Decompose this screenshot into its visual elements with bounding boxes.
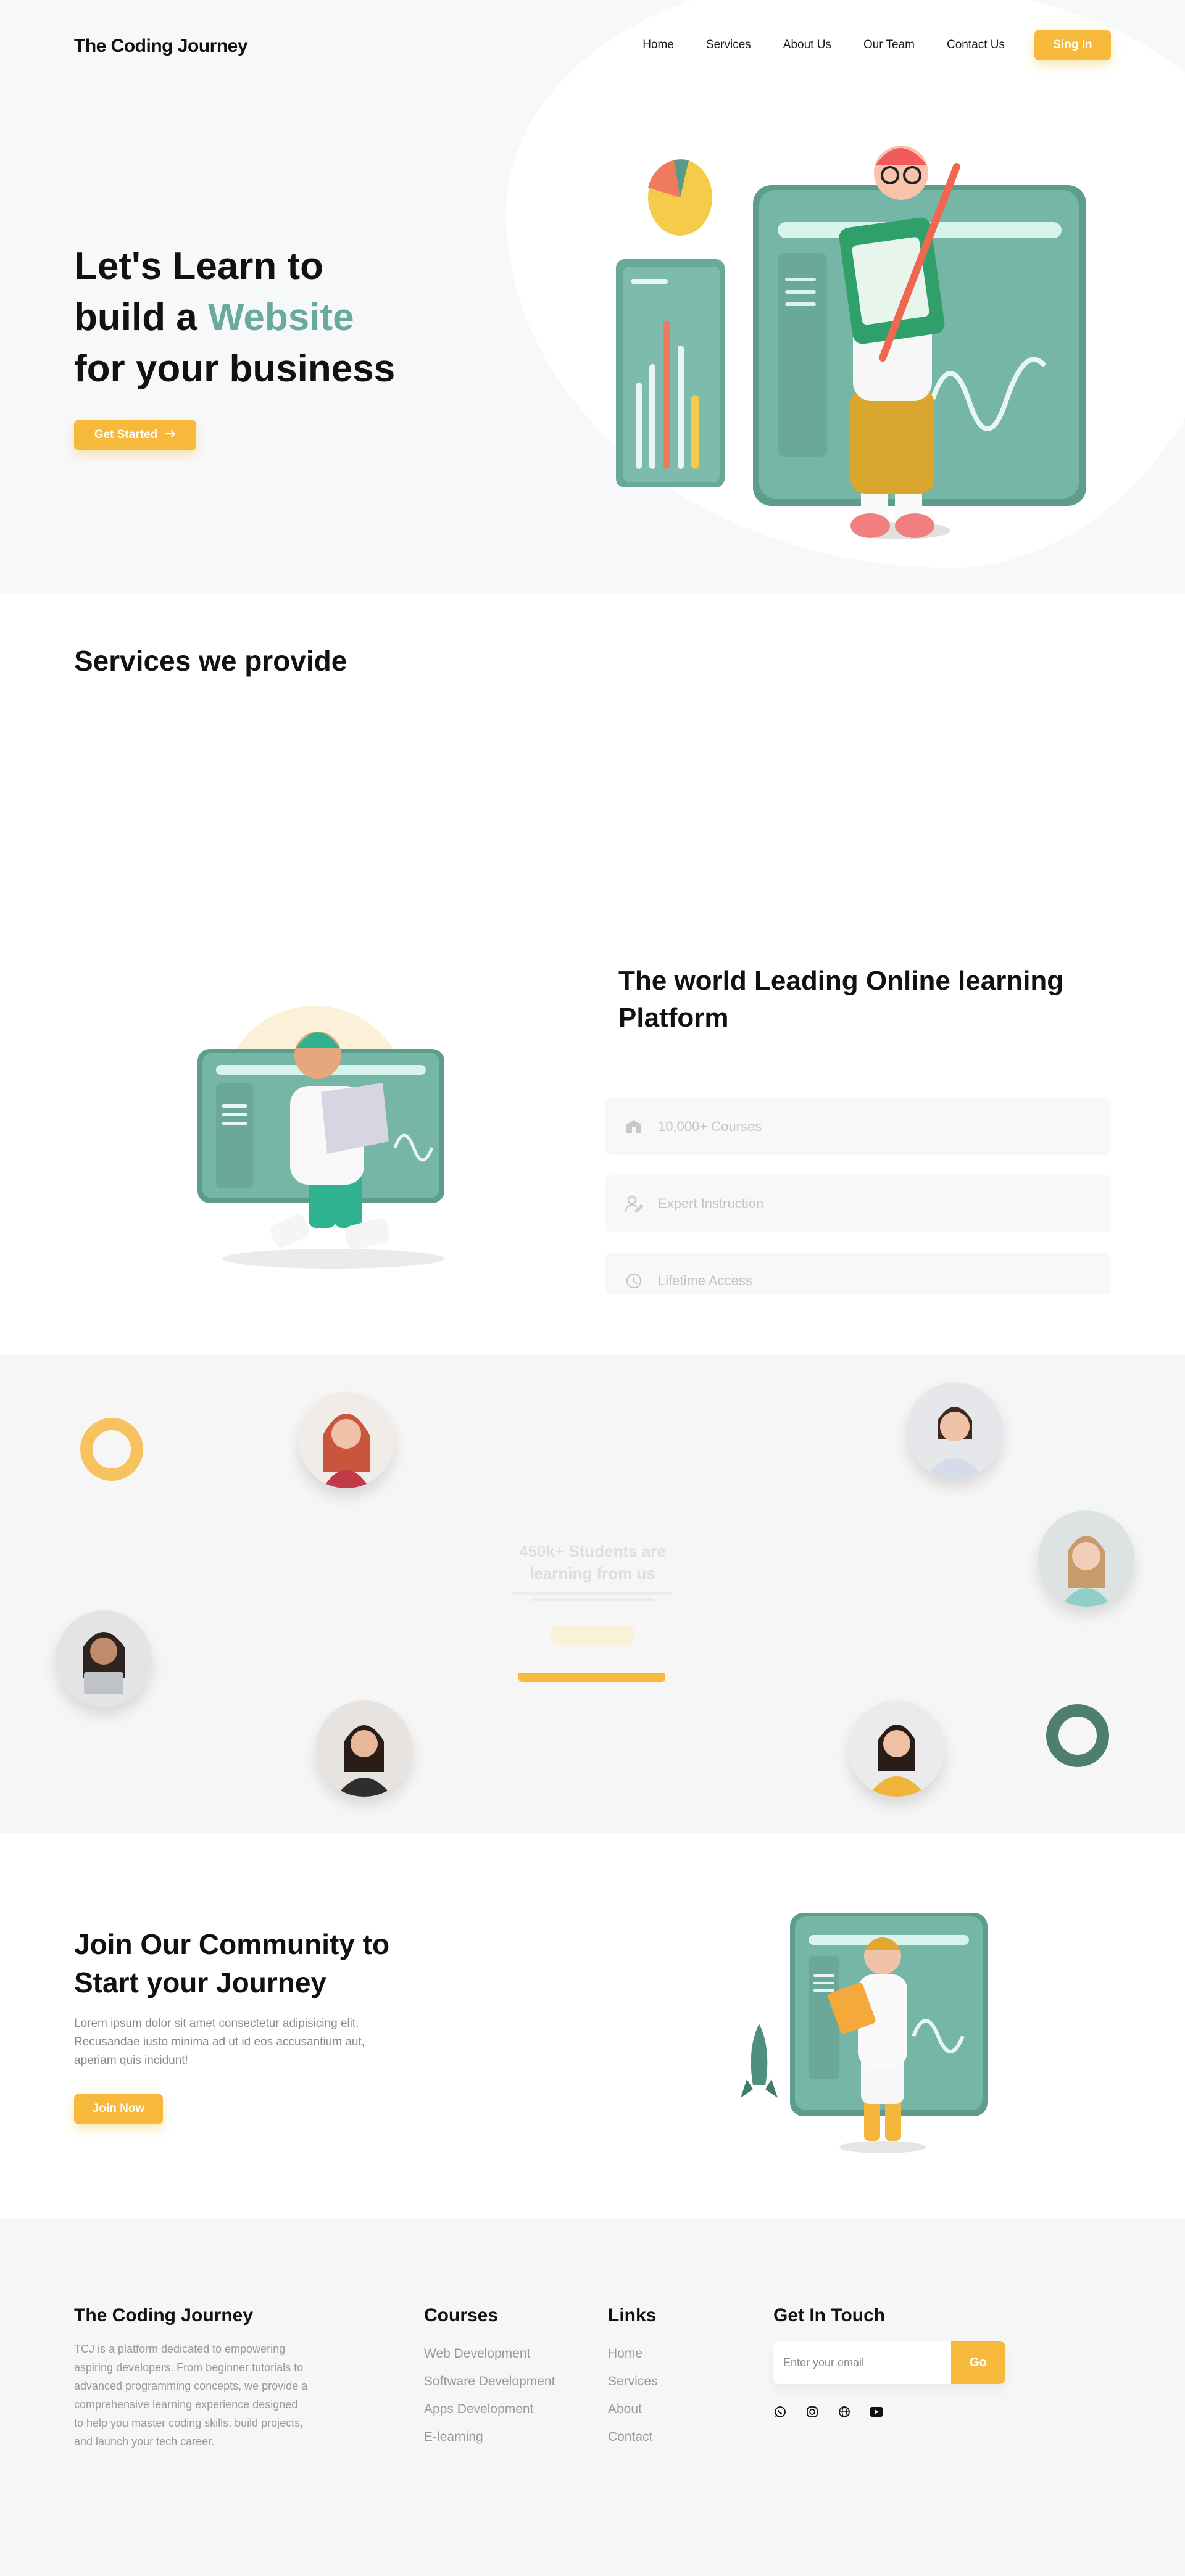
footer-courses-title: Courses (424, 2305, 499, 2325)
community-text: Lorem ipsum dolor sit amet consectetur a… (74, 2017, 365, 2067)
nav-link-about-us[interactable]: About Us (783, 38, 831, 52)
instructor-icon (623, 1193, 644, 1214)
join-now-button[interactable]: Join Now (74, 2094, 163, 2124)
footer-link-home[interactable]: Home (608, 2340, 658, 2367)
courses-icon (623, 1116, 644, 1137)
hero-title-line2-prefix: build a (74, 296, 208, 339)
student-avatar (849, 1700, 945, 1797)
top-navigation: The Coding Journey Home Services About U… (0, 0, 1185, 93)
nav-links: Home Services About Us Our Team Contact … (610, 30, 1111, 60)
go-button[interactable]: Go (951, 2341, 1005, 2384)
globe-icon[interactable] (838, 2405, 851, 2419)
student-avatar (56, 1610, 152, 1707)
footer-brand[interactable]: The Coding Journey (74, 2305, 253, 2326)
clock-icon (623, 1270, 644, 1291)
footer-course-link[interactable]: Web Development (424, 2340, 555, 2367)
footer-links-column: Links Home Services About Contact (608, 2305, 658, 2451)
get-started-button[interactable]: Get Started (74, 420, 196, 450)
student-avatar (298, 1392, 394, 1488)
yellow-ring-decoration (80, 1418, 143, 1481)
nav-link-our-team[interactable]: Our Team (863, 38, 915, 52)
footer: The Coding Journey TCJ is a platform ded… (0, 2218, 1185, 2576)
email-input[interactable] (773, 2341, 951, 2384)
instagram-icon[interactable] (805, 2405, 819, 2419)
footer-description: TCJ is a platform dedicated to empowerin… (74, 2343, 308, 2448)
feature-clip: Lifetime Access (605, 1253, 1117, 1294)
community-illustration (728, 1900, 1012, 2160)
student-avatar (316, 1700, 412, 1797)
pie-chart-icon (648, 159, 712, 236)
students-subtitle-placeholder (506, 1589, 679, 1603)
feature-courses-label: 10,000+ Courses (658, 1119, 762, 1134)
nav-link-contact-us[interactable]: Contact Us (947, 38, 1005, 52)
hero-title-line3: for your business (74, 347, 396, 390)
student-avatar (1038, 1510, 1134, 1607)
platform-title: The world Leading Online learning Platfo… (618, 966, 1064, 1033)
feature-lifetime-access: Lifetime Access (605, 1253, 1111, 1294)
footer-course-link[interactable]: Apps Development (424, 2395, 555, 2423)
footer-get-in-touch: Get In Touch (773, 2305, 885, 2326)
services-title: Services we provide (74, 645, 347, 677)
footer-course-link[interactable]: E-learning (424, 2423, 555, 2451)
footer-course-link[interactable]: Software Development (424, 2367, 555, 2395)
feature-lifetime-label: Lifetime Access (658, 1273, 752, 1288)
site-logo[interactable]: The Coding Journey (74, 36, 248, 57)
footer-link-about[interactable]: About (608, 2395, 658, 2423)
students-section: 450k+ Students are learning from us (0, 1355, 1185, 1833)
arrow-right-icon (165, 428, 176, 442)
teal-ring-decoration (1046, 1704, 1109, 1767)
hero-illustration (611, 136, 1105, 568)
feature-expert-instruction: Expert Instruction (605, 1175, 1111, 1232)
students-card-accent-bar (518, 1673, 665, 1682)
hero-section: The Coding Journey Home Services About U… (0, 0, 1185, 594)
hero-title-accent: Website (208, 296, 354, 339)
footer-courses-column: Courses Web Development Software Develop… (424, 2305, 555, 2451)
feature-courses: 10,000+ Courses (605, 1098, 1111, 1155)
hero-title: Let's Learn to build a Website for your … (74, 241, 469, 394)
platform-illustration (191, 975, 475, 1271)
student-avatar (907, 1382, 1003, 1478)
newsletter-form: Go (773, 2341, 1005, 2384)
community-title: Join Our Community to Start your Journey (74, 1928, 390, 1998)
footer-links-title: Links (608, 2305, 657, 2325)
hero-title-line1: Let's Learn to (74, 245, 324, 288)
sign-in-button[interactable]: Sing In (1034, 30, 1111, 60)
nav-link-services[interactable]: Services (706, 38, 751, 52)
nav-link-home[interactable]: Home (642, 38, 674, 52)
get-started-label: Get Started (94, 428, 158, 441)
students-title: 450k+ Students are learning from us (519, 1542, 666, 1583)
feature-expert-label: Expert Instruction (658, 1196, 764, 1211)
social-links (773, 2405, 883, 2419)
youtube-icon[interactable] (870, 2405, 883, 2419)
footer-link-services[interactable]: Services (608, 2367, 658, 2395)
footer-link-contact[interactable]: Contact (608, 2423, 658, 2451)
footer-touch-title: Get In Touch (773, 2305, 886, 2325)
students-cta-button[interactable] (551, 1626, 634, 1645)
whatsapp-icon[interactable] (773, 2405, 787, 2419)
